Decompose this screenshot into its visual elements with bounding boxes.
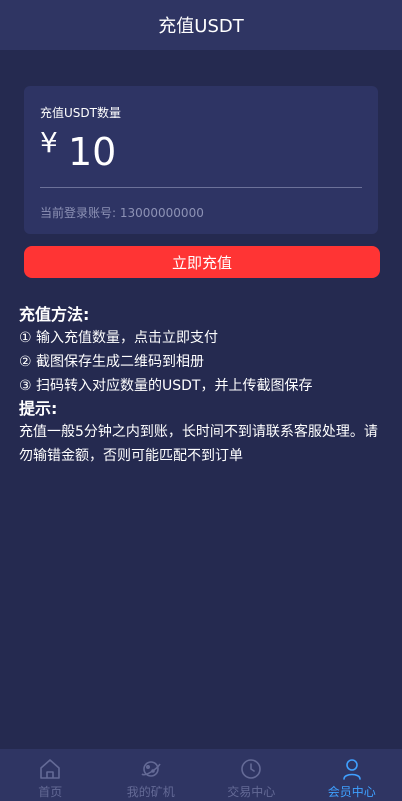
home-icon	[40, 759, 61, 779]
user-icon	[342, 759, 361, 780]
bottom-nav: 首页 我的矿机 交易中心 会员中心	[0, 749, 402, 801]
input-divider	[40, 187, 362, 188]
tip-text: 充值一般5分钟之内到账，长时间不到请联系客服处理。请勿输错金额，否则可能匹配不到…	[19, 424, 378, 464]
amount-input[interactable]	[68, 128, 358, 176]
account-info: 当前登录账号: 13000000000	[40, 206, 204, 220]
page-title: 充值USDT	[158, 16, 244, 37]
nav-item-member-center[interactable]: 会员中心	[302, 749, 402, 801]
nav-item-home[interactable]: 首页	[0, 749, 101, 801]
nav-label-trading: 交易中心	[227, 785, 276, 799]
header-bar: 充值USDT	[0, 0, 402, 50]
nav-label-my-miners: 我的矿机	[126, 785, 175, 799]
recharge-page: 充值USDT 充值USDT数量 ¥ 当前登录账号: 13000000000 立即…	[0, 0, 402, 801]
amount-label: 充值USDT数量	[40, 106, 121, 120]
recharge-button[interactable]: 立即充值	[24, 246, 380, 278]
instructions-section: 充值方法: ① 输入充值数量，点击立即支付 ② 截图保存生成二维码到相册 ③ 扫…	[19, 304, 391, 468]
method-heading: 充值方法:	[19, 305, 90, 324]
currency-symbol: ¥	[40, 126, 58, 159]
planet-icon	[141, 761, 161, 777]
nav-label-member-center: 会员中心	[327, 785, 376, 799]
nav-item-trading[interactable]: 交易中心	[201, 749, 302, 801]
step-1: ① 输入充值数量，点击立即支付	[19, 330, 219, 346]
nav-item-my-miners[interactable]: 我的矿机	[101, 749, 202, 801]
tips-heading: 提示:	[19, 399, 58, 418]
recharge-card: 充值USDT数量 ¥ 当前登录账号: 13000000000	[24, 86, 378, 234]
step-3: ③ 扫码转入对应数量的USDT，并上传截图保存	[19, 378, 313, 394]
step-2: ② 截图保存生成二维码到相册	[19, 354, 205, 370]
nav-label-home: 首页	[38, 785, 63, 799]
clock-icon	[241, 759, 262, 779]
